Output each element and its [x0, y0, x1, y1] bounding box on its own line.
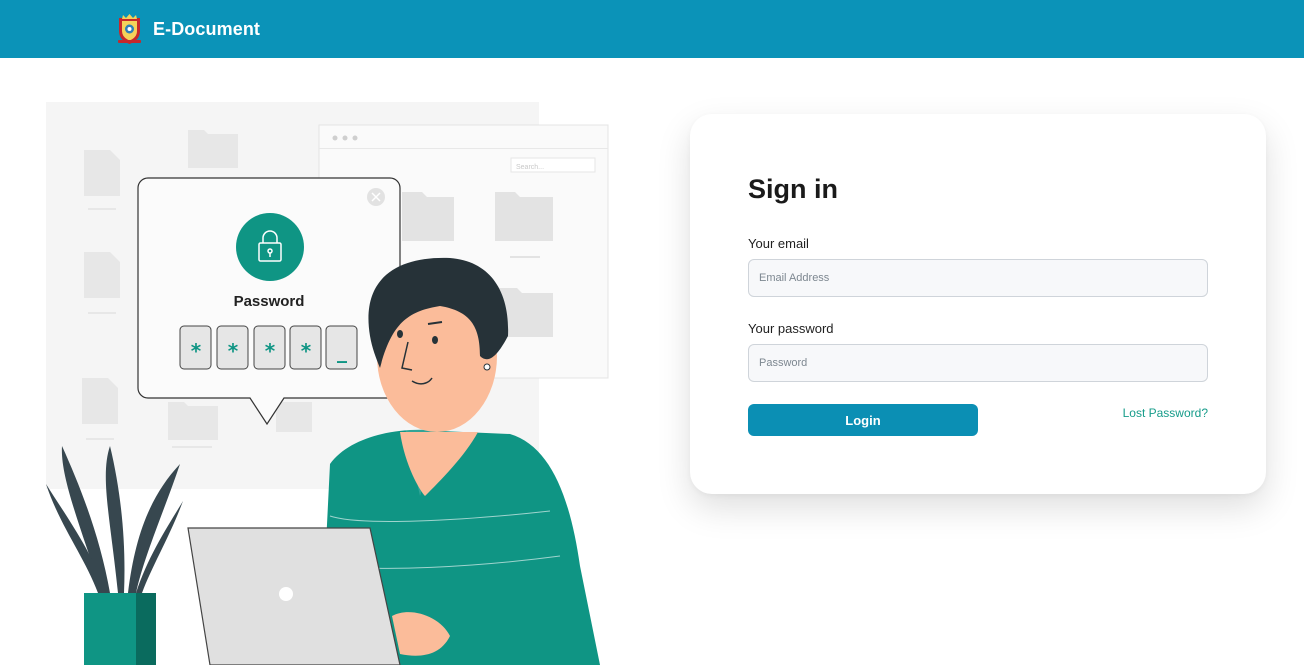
password-label: Your password — [748, 321, 834, 336]
window-dots — [332, 135, 358, 141]
laptop — [187, 527, 401, 665]
brand-home-link[interactable]: E-Document — [116, 12, 260, 46]
top-navbar: E-Document — [0, 0, 1304, 58]
laptop-logo — [279, 587, 293, 601]
lost-password-link[interactable]: Lost Password? — [1123, 406, 1208, 420]
sign-in-card: Sign in Your email Your password Login L… — [690, 114, 1266, 494]
password-digit: * — [228, 339, 239, 363]
email-label: Your email — [748, 236, 809, 251]
password-digit: * — [191, 339, 202, 363]
window-search-placeholder: Search... — [516, 164, 544, 171]
password-digit: * — [265, 339, 276, 363]
password-digit: * — [301, 339, 312, 363]
crest-emblem-icon — [118, 14, 141, 44]
password-input[interactable] — [748, 344, 1208, 382]
popup-password-title: Password — [234, 293, 305, 310]
security-login-illustration: Search... Password * * * * _ — [46, 102, 609, 665]
sign-in-title: Sign in — [748, 174, 838, 204]
brand-name: E-Document — [153, 18, 261, 39]
login-button[interactable]: Login — [748, 404, 978, 436]
lock-circle — [236, 213, 304, 281]
password-digit-cursor: _ — [337, 339, 347, 363]
email-input[interactable] — [748, 259, 1208, 297]
